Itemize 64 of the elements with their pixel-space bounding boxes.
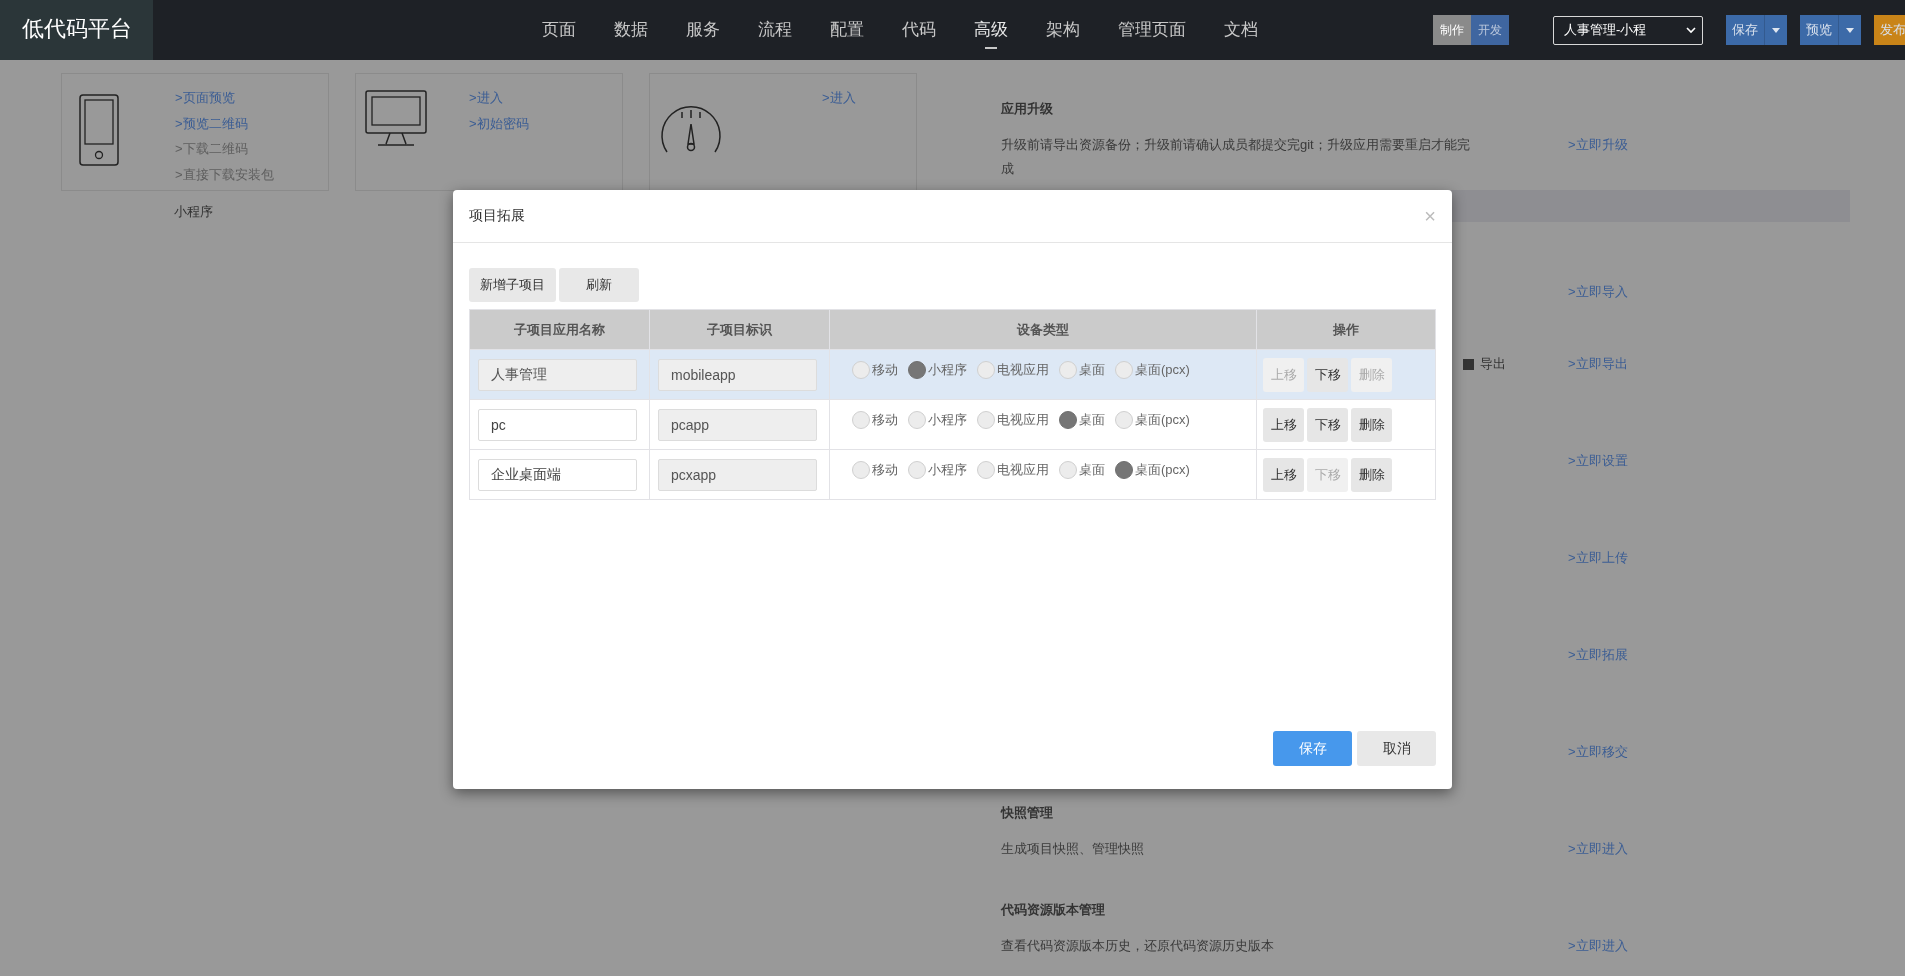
radio-label: 电视应用 — [997, 360, 1049, 379]
mode-toggle-option[interactable]: 开发 — [1471, 15, 1509, 45]
column-header: 子项目应用名称 — [469, 309, 650, 350]
app-logo: 低代码平台 — [0, 0, 153, 60]
radio-label: 电视应用 — [997, 460, 1049, 479]
nav-tab[interactable]: 流程 — [739, 0, 811, 60]
section-description: 生成项目快照、管理快照 — [1001, 841, 1144, 856]
radio-button[interactable] — [908, 360, 926, 379]
radio-label: 桌面 — [1079, 360, 1105, 379]
tablet-icon — [78, 94, 122, 167]
section-title: 代码资源版本管理 — [1001, 902, 1105, 917]
card-caption: 小程序 — [173, 203, 214, 221]
name-input[interactable]: pc — [478, 408, 637, 441]
name-input[interactable]: 企业桌面端 — [478, 458, 637, 491]
monitor-icon — [364, 90, 428, 147]
radio-button[interactable] — [1115, 460, 1133, 479]
mode-toggle-option[interactable]: 制作 — [1433, 15, 1471, 45]
split-button[interactable]: 保存 — [1726, 15, 1787, 45]
row-action-button[interactable]: 下移 — [1307, 407, 1348, 442]
radio-label: 小程序 — [928, 460, 967, 479]
section-description: 查看代码资源版本历史，还原代码资源历史版本 — [1001, 938, 1274, 953]
chevron-down-icon — [1686, 26, 1696, 34]
column-header: 子项目标识 — [649, 309, 830, 350]
row-action-button[interactable]: 删除 — [1351, 457, 1392, 492]
radio-label: 桌面 — [1079, 460, 1105, 479]
row-action-button[interactable]: 下移 — [1307, 357, 1348, 392]
dialog-button[interactable]: 取消 — [1357, 731, 1436, 766]
radio-label: 小程序 — [928, 360, 967, 379]
app-select[interactable]: 人事管理-小程 — [1553, 15, 1703, 45]
radio-label: 桌面(pcx) — [1135, 460, 1190, 479]
radio-label: 桌面 — [1079, 410, 1105, 429]
radio-button[interactable] — [1059, 410, 1077, 429]
dialog-title: 项目拓展 — [469, 207, 525, 225]
column-header: 设备类型 — [829, 309, 1257, 350]
radio-label: 移动 — [872, 410, 898, 429]
toolbar-button[interactable]: 新增子项目 — [469, 268, 556, 302]
section-description: 升级前请导出资源备份；升级前请确认成员都提交完git；升级应用需要重启才能完成 — [1001, 137, 1470, 176]
toolbar-button[interactable]: 刷新 — [559, 268, 639, 302]
section-title: 应用升级 — [1001, 101, 1053, 116]
caret-icon — [1772, 27, 1780, 33]
radio-label: 移动 — [872, 460, 898, 479]
nav-tab[interactable]: 服务 — [667, 0, 739, 60]
nav-tab[interactable]: 数据 — [595, 0, 667, 60]
radio-label: 小程序 — [928, 410, 967, 429]
table-row[interactable]: pc pcapp 移动 小程序 电视应用 桌面 桌面(pcx) 上移 下移 删除 — [469, 399, 1436, 450]
checkbox-label: 导出 — [1480, 355, 1506, 373]
nav-tab[interactable]: 代码 — [883, 0, 955, 60]
radio-label: 移动 — [872, 360, 898, 379]
nav-tab[interactable]: 文档 — [1205, 0, 1277, 60]
column-header: 操作 — [1256, 309, 1436, 350]
radio-label: 桌面(pcx) — [1135, 410, 1190, 429]
split-button[interactable]: 预览 — [1800, 15, 1861, 45]
nav-tab[interactable]: 架构 — [1027, 0, 1099, 60]
nav-tab[interactable]: 页面 — [523, 0, 595, 60]
radio-label: 桌面(pcx) — [1135, 360, 1190, 379]
radio-label: 电视应用 — [997, 410, 1049, 429]
nav-tab[interactable]: 配置 — [811, 0, 883, 60]
checkbox[interactable] — [1463, 358, 1474, 370]
nav-tab[interactable]: 管理页面 — [1099, 0, 1205, 60]
section-title: 快照管理 — [1001, 805, 1053, 820]
row-action-button[interactable]: 上移 — [1263, 407, 1304, 442]
caret-icon — [1846, 27, 1854, 33]
row-action-button[interactable]: 删除 — [1351, 407, 1392, 442]
row-action-button[interactable]: 上移 — [1263, 457, 1304, 492]
